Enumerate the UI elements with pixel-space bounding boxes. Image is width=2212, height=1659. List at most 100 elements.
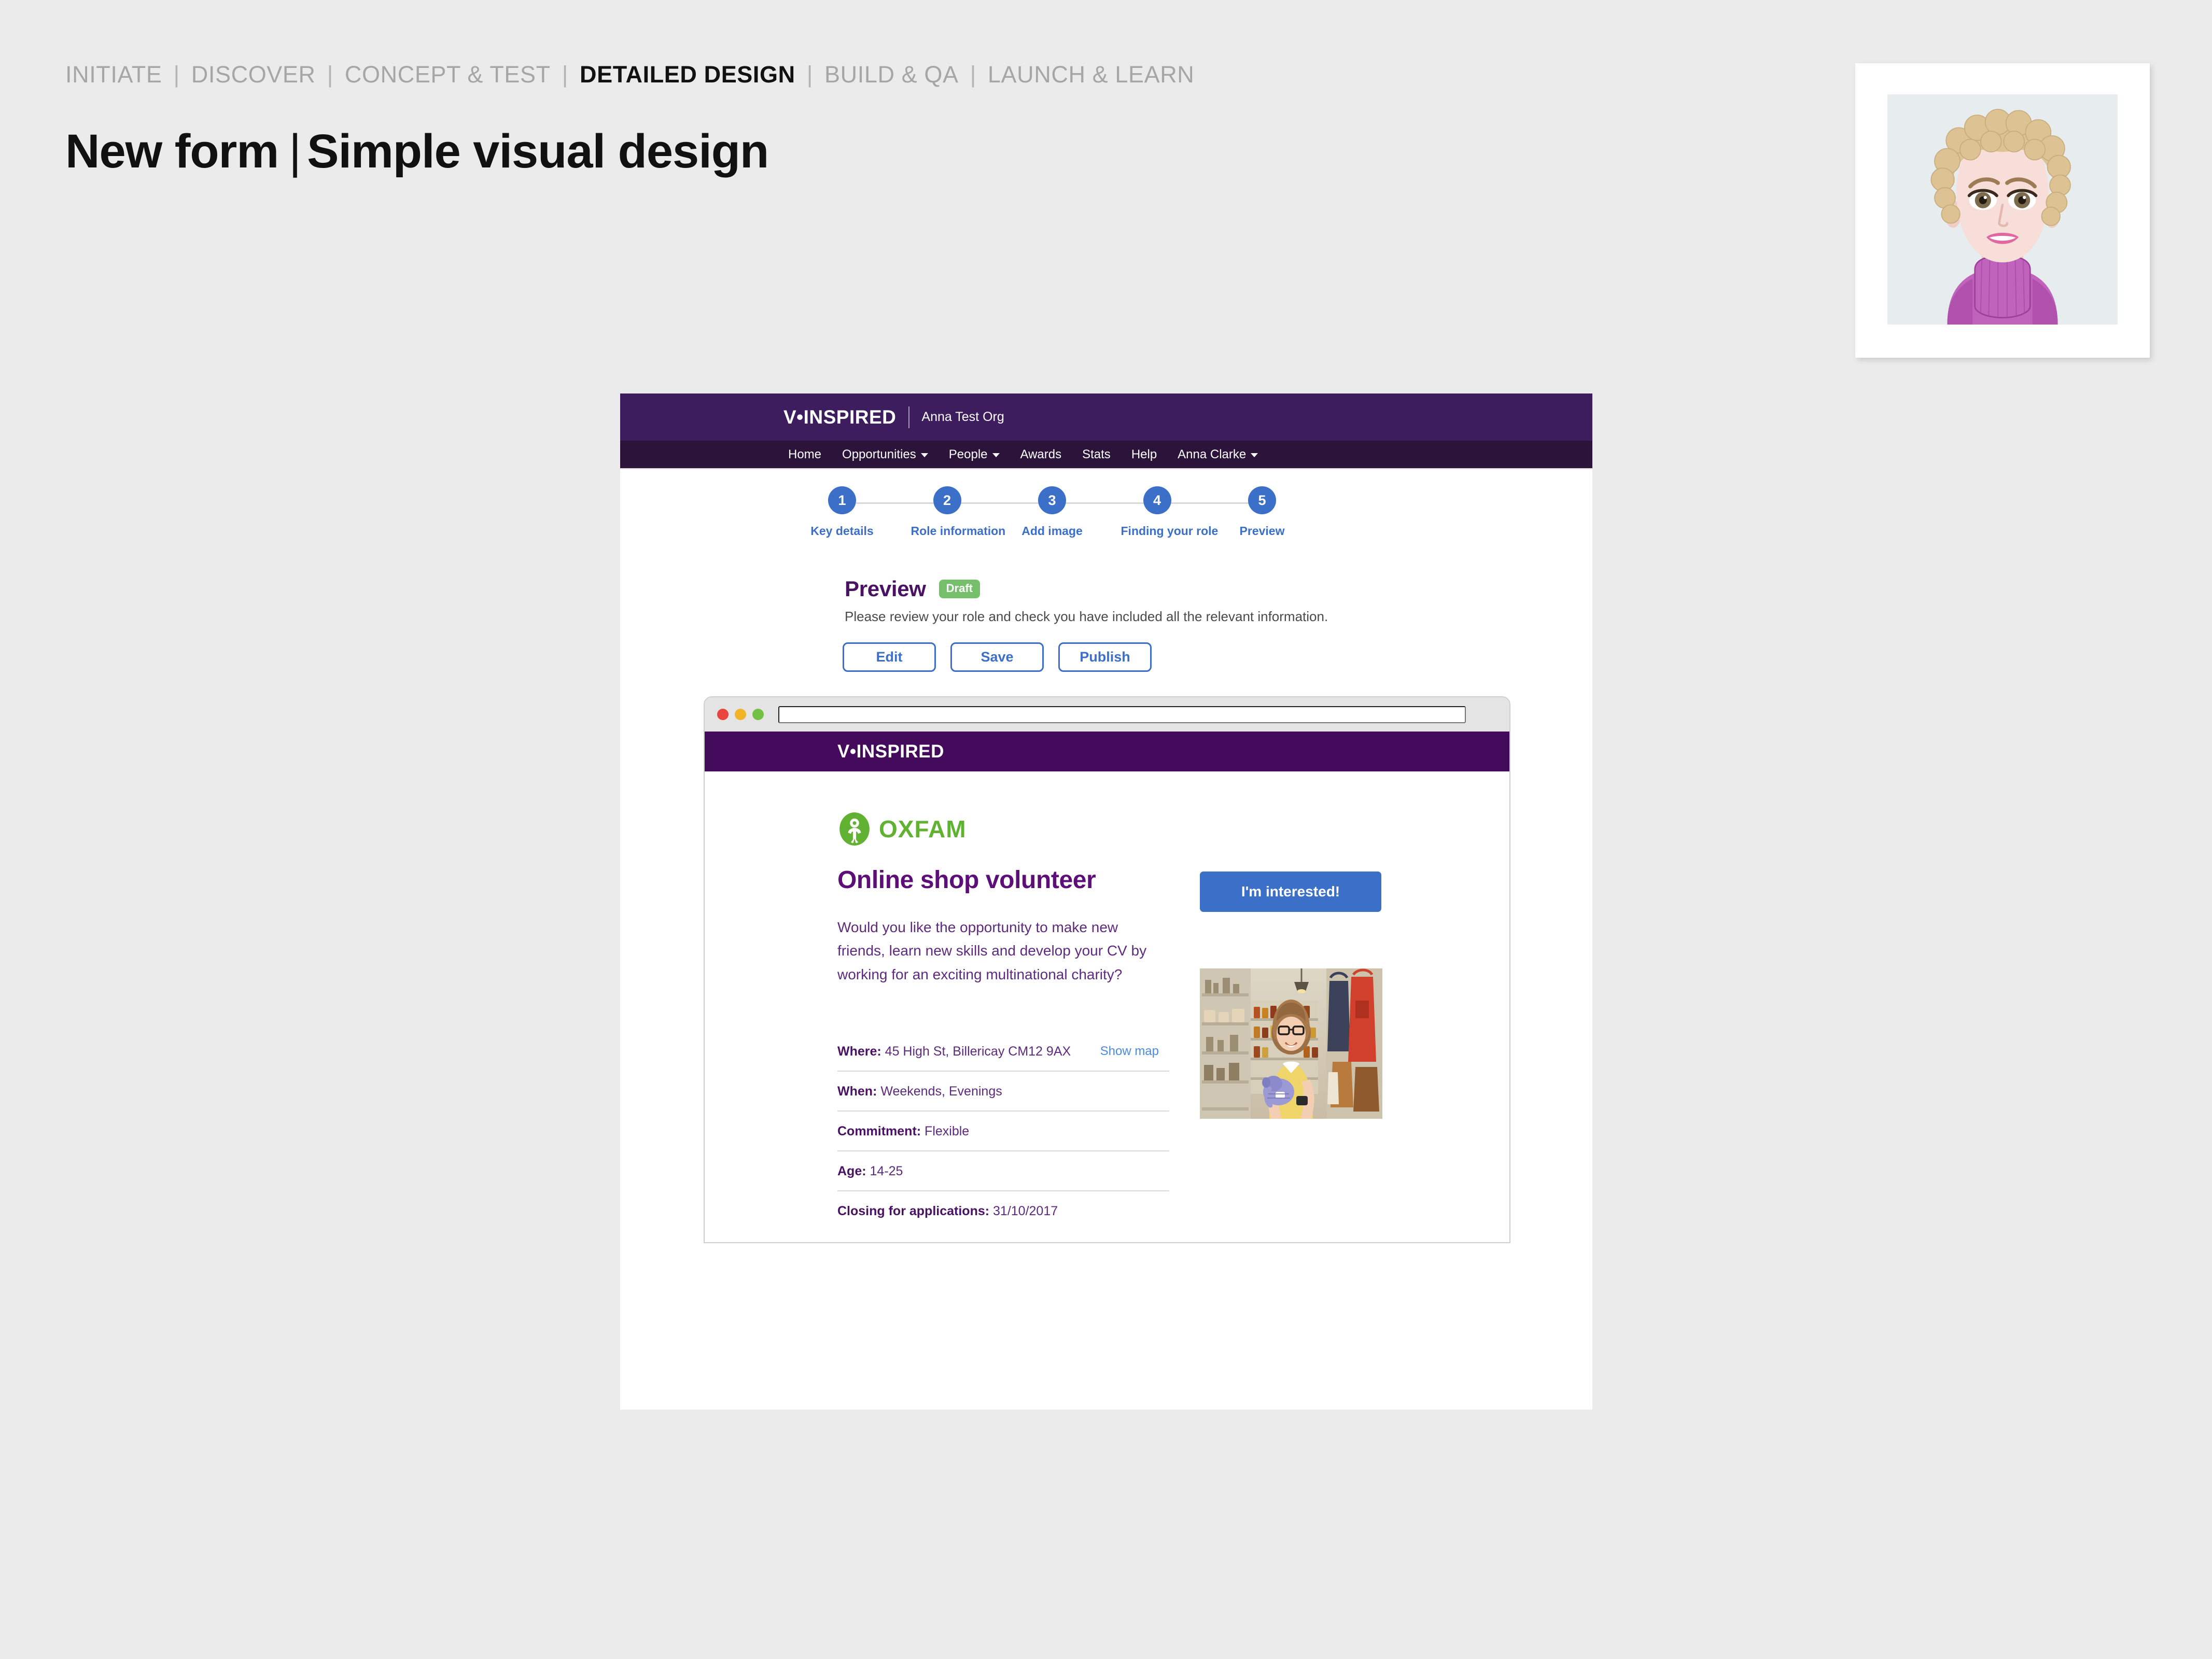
detail-label: Age: [837, 1164, 866, 1178]
organisation-name: Anna Test Org [921, 410, 1004, 424]
phase-item-discover[interactable]: DISCOVER [191, 61, 316, 88]
listing-photo [1200, 968, 1382, 1119]
page-title-right: Simple visual design [307, 125, 769, 178]
role-title: Online shop volunteer [837, 866, 1096, 894]
edit-button[interactable]: Edit [843, 642, 936, 672]
close-window-dot-icon[interactable] [717, 709, 729, 720]
nav-item-people[interactable]: People [949, 447, 1000, 462]
page-title-left: New form [65, 125, 279, 178]
app-nav-bar: Home Opportunities People Awards Stats Help An… [620, 441, 1592, 469]
nav-item-stats[interactable]: Stats [1082, 447, 1111, 462]
stepper-step-number: 2 [933, 486, 961, 514]
detail-row: When: Weekends, Evenings [837, 1071, 1169, 1110]
stepper-step-number: 5 [1248, 486, 1276, 514]
stepper-step-number: 1 [828, 486, 856, 514]
detail-row: Commitment: Flexible [837, 1110, 1169, 1150]
nav-item-label: Awards [1020, 447, 1062, 461]
phase-item-detailed-design[interactable]: DETAILED DESIGN [580, 61, 795, 88]
phase-separator: | [173, 61, 180, 88]
detail-row: Closing for applications: 31/10/2017 [837, 1190, 1169, 1230]
url-input[interactable] [778, 706, 1466, 723]
phase-separator: | [327, 61, 333, 88]
stepper-step-1[interactable]: 1 Key details [806, 486, 878, 538]
stepper-step-number: 4 [1143, 486, 1171, 514]
listing-page: OXFAM Online shop volunteer I'm interest… [705, 771, 1509, 1242]
progress-stepper: 1 Key details 2 Role information 3 Add image 4… [810, 486, 1305, 549]
nav-item-label: Opportunities [842, 447, 916, 461]
save-button[interactable]: Save [950, 642, 1044, 672]
nav-item-help[interactable]: Help [1131, 447, 1157, 462]
detail-value: 45 High St, Billericay CM12 9AX [881, 1044, 1071, 1059]
stepper-step-label: Finding your role [1121, 524, 1219, 538]
maximize-window-dot-icon[interactable] [752, 709, 764, 720]
stepper-step-5[interactable]: 5 Preview [1226, 486, 1298, 538]
preview-heading: Preview Draft [845, 577, 981, 601]
site-vinspired-logo: V•INSPIRED [837, 741, 944, 762]
listing-photo-illustration [1200, 968, 1382, 1119]
stepper-step-label: Preview [1239, 524, 1285, 538]
detail-value: Weekends, Evenings [877, 1084, 1002, 1099]
preview-title: Preview [845, 577, 926, 601]
site-header: V•INSPIRED [705, 732, 1509, 771]
browser-chrome [705, 697, 1509, 732]
stepper-step-2[interactable]: 2 Role information [911, 486, 1006, 538]
brand-divider [908, 406, 910, 428]
avatar [1887, 94, 2118, 325]
nav-item-opportunities[interactable]: Opportunities [842, 447, 928, 462]
vinspired-logo: V•INSPIRED [783, 406, 897, 428]
phase-item-build-qa[interactable]: BUILD & QA [824, 61, 959, 88]
chevron-down-icon [992, 453, 1000, 457]
detail-value: 31/10/2017 [989, 1204, 1058, 1218]
oxfam-mark-icon [839, 812, 870, 846]
status-badge: Draft [939, 580, 981, 598]
stepper-step-number: 3 [1038, 486, 1066, 514]
stepper-step-4[interactable]: 4 Finding your role [1121, 486, 1219, 538]
nav-item-anna-clarke[interactable]: Anna Clarke [1178, 447, 1258, 462]
page-title: New form | Simple visual design [65, 124, 769, 179]
preview-actions: Edit Save Publish [843, 642, 1166, 672]
oxfam-logo: OXFAM [837, 812, 967, 846]
nav-item-label: Anna Clarke [1178, 447, 1247, 461]
stepper-step-label: Add image [1021, 524, 1083, 538]
avatar-illustration [1887, 94, 2118, 325]
phase-breadcrumb: INITIATE | DISCOVER | CONCEPT & TEST | DETAILE… [65, 61, 1194, 88]
detail-value: 14-25 [866, 1164, 903, 1178]
nav-item-home[interactable]: Home [788, 447, 821, 462]
detail-label: Where: [837, 1044, 881, 1059]
oxfam-wordmark: OXFAM [879, 816, 967, 842]
im-interested-button[interactable]: I'm interested! [1200, 871, 1381, 912]
avatar-card [1855, 63, 2150, 358]
role-description: Would you like the opportunity to make n… [837, 919, 1147, 982]
phase-item-launch-learn[interactable]: LAUNCH & LEARN [988, 61, 1195, 88]
publish-button[interactable]: Publish [1058, 642, 1152, 672]
browser-preview-mock: V•INSPIRED OXFAM Online shop volunteer I… [704, 696, 1510, 1243]
nav-item-label: Help [1131, 447, 1157, 461]
detail-row: Where: 45 High St, Billericay CM12 9AX Sh… [837, 1041, 1169, 1071]
nav-item-label: Home [788, 447, 822, 461]
minimize-window-dot-icon[interactable] [735, 709, 746, 720]
phase-separator: | [970, 61, 976, 88]
slide-canvas: INITIATE | DISCOVER | CONCEPT & TEST | DETAILE… [0, 0, 2212, 1659]
page-title-divider: | [289, 125, 301, 178]
nav-item-awards[interactable]: Awards [1020, 447, 1062, 462]
chevron-down-icon [920, 453, 928, 457]
stepper-step-label: Role information [911, 524, 1006, 538]
phase-separator: | [562, 61, 569, 88]
phase-item-concept-test[interactable]: CONCEPT & TEST [345, 61, 551, 88]
preview-subtitle: Please review your role and check you ha… [845, 609, 1328, 624]
detail-label: When: [837, 1084, 877, 1099]
detail-value: Flexible [921, 1124, 970, 1138]
show-map-link[interactable]: Show map [1100, 1044, 1159, 1059]
detail-label: Closing for applications: [837, 1204, 990, 1218]
detail-label: Commitment: [837, 1124, 921, 1138]
app-brand-bar: V•INSPIRED Anna Test Org [620, 393, 1592, 441]
nav-item-label: Stats [1082, 447, 1111, 461]
listing-details: Where: 45 High St, Billericay CM12 9AX Sh… [837, 1041, 1169, 1230]
stepper-step-label: Key details [810, 524, 874, 538]
phase-separator: | [806, 61, 814, 88]
phase-item-initiate[interactable]: INITIATE [65, 61, 162, 88]
nav-item-label: People [948, 447, 988, 461]
stepper-step-3[interactable]: 3 Add image [1016, 486, 1088, 538]
chevron-down-icon [1251, 453, 1258, 457]
detail-row: Age: 14-25 [837, 1150, 1169, 1190]
